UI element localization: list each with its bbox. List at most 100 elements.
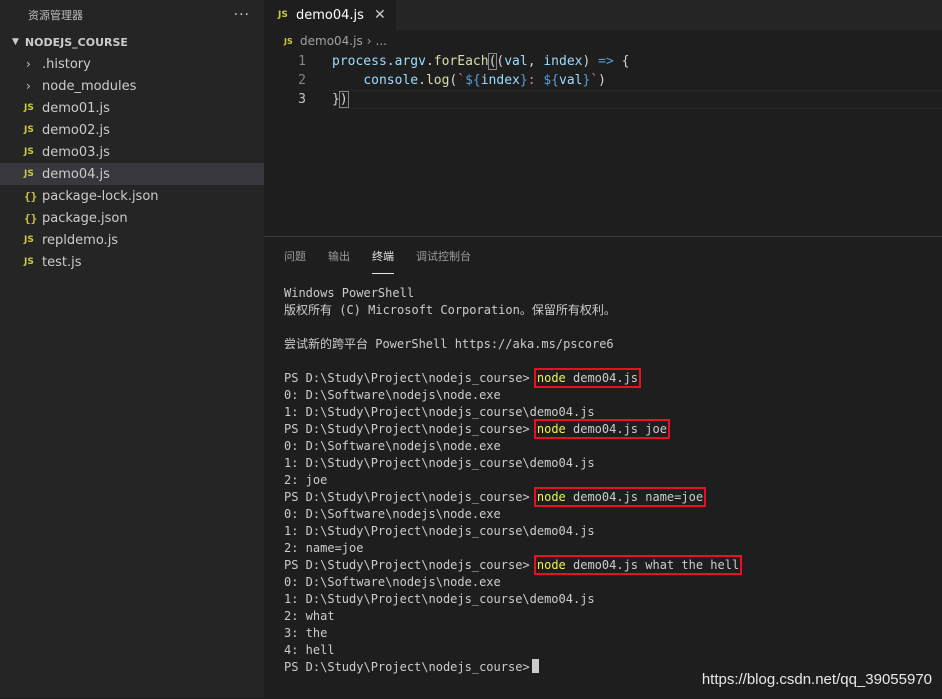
command-name: node (536, 490, 566, 504)
tab-terminal[interactable]: 终端 (372, 238, 394, 274)
editor-tabbar: JS demo04.js ✕ (264, 0, 942, 30)
tree-item-label: demo03.js (42, 144, 110, 160)
explorer-title: 资源管理器 (28, 9, 83, 22)
js-file-icon: JS (278, 10, 288, 20)
tab-debug-console[interactable]: 调试控制台 (416, 238, 471, 274)
terminal-output-line: 0: D:\Software\nodejs\node.exe (284, 575, 501, 589)
code-line-1[interactable]: 1 process. argv. forEach((val, index) => { (264, 52, 942, 71)
tab-demo04[interactable]: JS demo04.js ✕ (264, 0, 396, 30)
code-token: forEach (433, 54, 489, 69)
tree-item-node-modules[interactable]: › node_modules (0, 75, 264, 97)
terminal-command-line: PS D:\Study\Project\nodejs_course> node … (284, 368, 942, 388)
terminal-output-line: 1: D:\Study\Project\nodejs_course\demo04… (284, 456, 595, 470)
terminal-output-line: 4: hell (284, 643, 335, 657)
tree-item-label: demo01.js (42, 100, 110, 116)
command-name: node (536, 422, 566, 436)
tree-item-label: node_modules (42, 78, 137, 94)
tab-problems[interactable]: 问题 (284, 238, 306, 274)
terminal-output-line: 2: name=joe (284, 541, 364, 555)
terminal-output-line: 0: D:\Software\nodejs\node.exe (284, 439, 501, 453)
tree-item-repldemo-js[interactable]: JS repldemo.js (0, 229, 264, 251)
code-token: ( (496, 54, 505, 69)
code-token: ` (590, 73, 599, 88)
tab-output[interactable]: 输出 (328, 238, 350, 274)
tree-item-label: demo02.js (42, 122, 110, 138)
chevron-right-icon: › (366, 34, 372, 48)
code-token: log (425, 73, 450, 88)
highlighted-command: node demo04.js what the hell (533, 555, 743, 575)
explorer-header: 资源管理器 ··· (0, 0, 264, 30)
code-token: console (363, 73, 419, 88)
explorer-sidebar: 资源管理器 ··· ▼ NODEJS_COURSE › .history › node… (0, 0, 264, 698)
breadcrumb-file[interactable]: demo04.js (300, 34, 363, 48)
js-file-icon: JS (24, 257, 34, 267)
close-icon[interactable]: ✕ (374, 7, 386, 23)
bottom-panel: 问题 输出 终端 调试控制台 Windows PowerShell 版权所有 (C… (264, 236, 942, 699)
code-token: . (418, 73, 426, 88)
tree-item-label: demo04.js (42, 166, 110, 182)
code-token: : (527, 73, 544, 88)
tree-item-package-json[interactable]: {} package.json (0, 207, 264, 229)
tree-item-package-lock-json[interactable]: {} package-lock.json (0, 185, 264, 207)
code-token: } (332, 92, 340, 107)
terminal[interactable]: Windows PowerShell 版权所有 (C) Microsoft Cor… (264, 275, 942, 676)
terminal-output-line: 0: D:\Software\nodejs\node.exe (284, 507, 501, 521)
terminal-command-line: PS D:\Study\Project\nodejs_course> node … (284, 555, 942, 575)
editor-area: JS demo04.js ✕ JS demo04.js › ... 1 proce… (264, 0, 942, 236)
tree-item-demo02-js[interactable]: JS demo02.js (0, 119, 264, 141)
tree-item-label: package-lock.json (42, 188, 159, 204)
workspace-name: NODEJS_COURSE (24, 35, 128, 49)
code-line-3[interactable]: 3}) (264, 90, 942, 109)
breadcrumb-symbol[interactable]: ... (376, 34, 387, 48)
js-file-icon: JS (24, 235, 34, 245)
more-actions-icon[interactable]: ··· (234, 7, 250, 23)
code-token: ` (457, 73, 466, 88)
chevron-down-icon: ▼ (12, 37, 19, 47)
watermark: https://blog.csdn.net/qq_39055970 (701, 671, 932, 688)
code-token: val (559, 73, 583, 88)
code-token: index (480, 73, 520, 88)
terminal-line: Windows PowerShell (284, 286, 415, 300)
code-token: ) (582, 54, 591, 69)
tree-item-label: repldemo.js (42, 232, 119, 248)
file-tree: › .history › node_modules JS demo01.js JS demo0… (0, 53, 264, 273)
terminal-output-line: 2: what (284, 609, 335, 623)
js-file-icon: JS (284, 36, 293, 46)
tree-item-demo01-js[interactable]: JS demo01.js (0, 97, 264, 119)
terminal-prompt: PS D:\Study\Project\nodejs_course> (284, 558, 537, 572)
highlighted-command: node demo04.js joe (533, 419, 670, 439)
command-args: demo04.js joe (565, 422, 667, 436)
workspace-section-header[interactable]: ▼ NODEJS_COURSE (0, 31, 264, 53)
code-editor[interactable]: 1 process. argv. forEach((val, index) => { … (264, 52, 942, 109)
js-file-icon: JS (24, 169, 34, 179)
command-name: node (536, 558, 566, 572)
terminal-output-line: 1: D:\Study\Project\nodejs_course\demo04… (284, 405, 595, 419)
code-token: . (425, 54, 434, 69)
code-token: . (386, 54, 395, 69)
code-token: { (621, 54, 630, 69)
line-number: 3 (298, 92, 306, 107)
chevron-right-icon: › (26, 79, 31, 93)
terminal-output-line: 1: D:\Study\Project\nodejs_course\demo04… (284, 524, 595, 538)
command-name: node (536, 371, 566, 385)
command-args: demo04.js what the hell (565, 558, 740, 572)
code-token: ${ (543, 73, 560, 88)
terminal-cursor (531, 659, 539, 673)
tree-item-history[interactable]: › .history (0, 53, 264, 75)
tree-item-demo03-js[interactable]: JS demo03.js (0, 141, 264, 163)
line-number: 1 (298, 54, 306, 69)
code-token: process (332, 54, 387, 69)
bracket-match: ) (338, 91, 349, 108)
terminal-prompt: PS D:\Study\Project\nodejs_course> (284, 660, 530, 674)
tree-item-demo04-js[interactable]: JS demo04.js (0, 163, 264, 185)
code-token: val (504, 54, 528, 69)
terminal-line: 版权所有 (C) Microsoft Corporation。保留所有权利。 (284, 303, 616, 317)
terminal-output-line: 3: the (284, 626, 328, 640)
code-line-2[interactable]: 2 console. log(` ${index}: ${val} `) (264, 71, 942, 90)
breadcrumb: JS demo04.js › ... (264, 30, 942, 52)
terminal-command-line: PS D:\Study\Project\nodejs_course> node … (284, 419, 942, 439)
js-file-icon: JS (24, 147, 34, 157)
terminal-output-line: 2: joe (284, 473, 328, 487)
tree-item-test-js[interactable]: JS test.js (0, 251, 264, 273)
